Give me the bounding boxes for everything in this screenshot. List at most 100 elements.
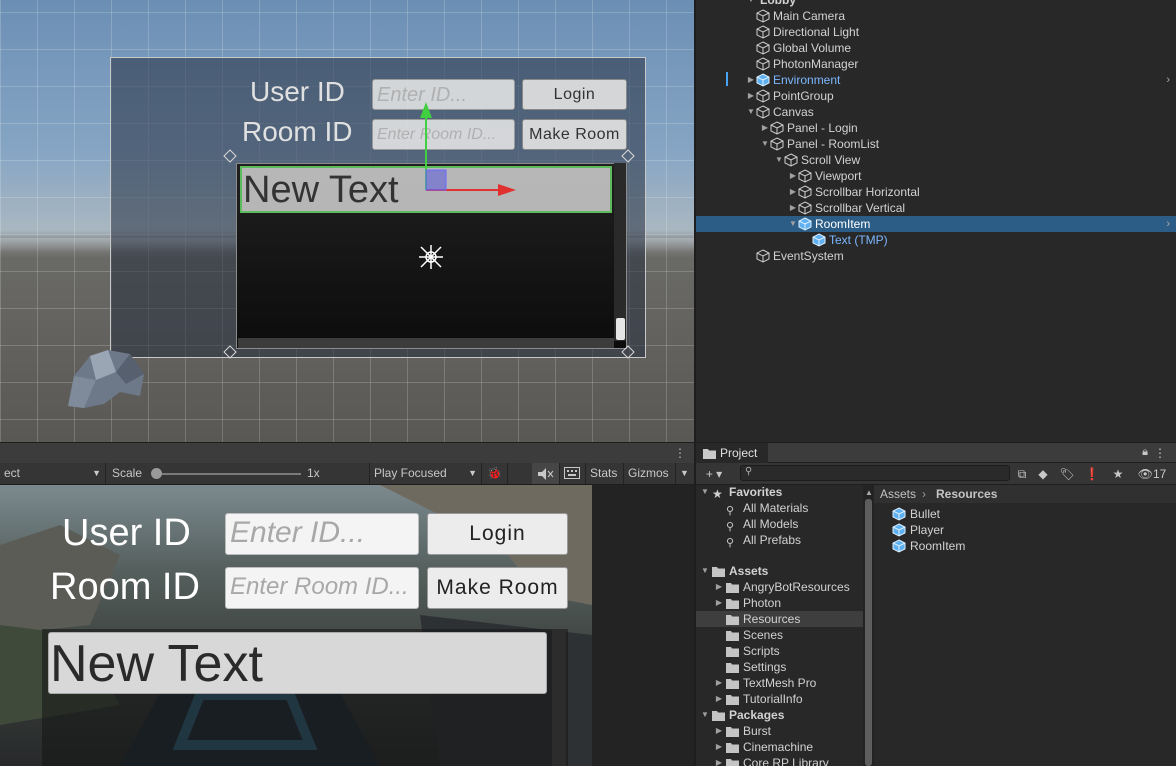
- hierarchy-item-label: Text (TMP): [829, 233, 888, 247]
- game-scrollbar-vertical[interactable]: [552, 629, 566, 766]
- tree-folder-resources[interactable]: Resources: [696, 611, 863, 627]
- tree-item-label: All Models: [743, 517, 799, 531]
- hierarchy-scene-root[interactable]: ▼ Lobby: [696, 0, 1176, 8]
- hierarchy-item-text-tmp[interactable]: Text (TMP): [696, 232, 1176, 248]
- collapse-arrow-icon[interactable]: ▶: [746, 88, 756, 104]
- hierarchy-item-global-volume[interactable]: Global Volume: [696, 40, 1176, 56]
- hierarchy-item-canvas[interactable]: ▼ Canvas: [696, 104, 1176, 120]
- panel-menu-icon[interactable]: ⋮: [1154, 446, 1166, 460]
- hierarchy-item-pointgroup[interactable]: ▶ PointGroup: [696, 88, 1176, 104]
- lock-icon[interactable]: 🔒︎: [1142, 446, 1148, 459]
- expand-arrow-icon[interactable]: ▼: [760, 136, 770, 152]
- tree-favorite-all-prefabs[interactable]: ⚲ All Prefabs: [696, 532, 863, 549]
- expand-arrow-icon[interactable]: ▼: [700, 707, 710, 723]
- tree-favorite-all-materials[interactable]: ⚲ All Materials: [696, 500, 863, 517]
- expand-arrow-icon[interactable]: ▼: [774, 152, 784, 168]
- asset-player[interactable]: Player: [892, 522, 1092, 538]
- game-login-button[interactable]: Login: [427, 513, 568, 555]
- prefab-open-icon[interactable]: ›: [1166, 72, 1170, 88]
- collapse-arrow-icon[interactable]: ▶: [714, 595, 724, 611]
- hierarchy-item-directional-light[interactable]: Directional Light: [696, 24, 1176, 40]
- asset-roomitem[interactable]: RoomItem: [892, 538, 1092, 554]
- scale-slider[interactable]: Scale 1x: [106, 463, 370, 484]
- tree-favorites[interactable]: ▼ ★ Favorites: [696, 485, 863, 500]
- asset-bullet[interactable]: Bullet: [892, 506, 1092, 522]
- game-user-id-input[interactable]: Enter ID...: [225, 513, 419, 555]
- mute-audio-icon[interactable]: [532, 463, 560, 484]
- scale-thumb[interactable]: [151, 468, 162, 479]
- collapse-arrow-icon[interactable]: ▶: [714, 691, 724, 707]
- tree-assets[interactable]: ▼ Assets: [696, 563, 863, 579]
- collapse-arrow-icon[interactable]: ▶: [714, 675, 724, 691]
- collapse-arrow-icon[interactable]: ▶: [788, 168, 798, 184]
- display-dropdown[interactable]: ect ▼: [0, 463, 106, 484]
- tree-folder-settings[interactable]: Settings: [696, 659, 863, 675]
- keyboard-icon[interactable]: [560, 463, 586, 484]
- hierarchy-item-scrollbar-vertical[interactable]: ▶ Scrollbar Vertical: [696, 200, 1176, 216]
- expand-arrow-icon[interactable]: ▼: [788, 216, 798, 232]
- hierarchy-item-viewport[interactable]: ▶ Viewport: [696, 168, 1176, 184]
- collapse-arrow-icon[interactable]: ▶: [714, 739, 724, 755]
- label-tag-icon[interactable]: 🏷︎: [1056, 463, 1078, 485]
- bug-icon[interactable]: 🐞: [482, 463, 508, 484]
- collapse-arrow-icon[interactable]: ▶: [714, 579, 724, 595]
- expand-arrow-icon[interactable]: ▼: [746, 104, 756, 120]
- move-gizmo[interactable]: [380, 90, 560, 220]
- collapse-arrow-icon[interactable]: ▶: [746, 72, 756, 88]
- panel-menu-icon[interactable]: ⋮: [674, 446, 686, 460]
- tree-package-burst[interactable]: ▶ Burst: [696, 723, 863, 739]
- scroll-up-icon[interactable]: ▲: [865, 488, 873, 497]
- project-search-input[interactable]: ⚲: [740, 465, 1010, 481]
- scale-track[interactable]: [156, 473, 301, 475]
- hierarchy-panel[interactable]: ▼ Lobby Main Camera Directional Light Glob…: [696, 0, 1176, 442]
- scroll-thumb[interactable]: [865, 499, 872, 766]
- tree-folder-photon[interactable]: ▶ Photon: [696, 595, 863, 611]
- hierarchy-item-environment[interactable]: ▶ Environment ›: [696, 72, 1176, 88]
- gizmos-button[interactable]: Gizmos: [624, 463, 676, 484]
- game-make-room-button[interactable]: Make Room: [427, 567, 568, 609]
- hierarchy-item-photonmanager[interactable]: PhotonManager: [696, 56, 1176, 72]
- hierarchy-item-scrollbar-horizontal[interactable]: ▶ Scrollbar Horizontal: [696, 184, 1176, 200]
- chevron-down-icon[interactable]: ▼: [676, 463, 694, 484]
- tree-package-core-rp-library[interactable]: ▶ Core RP Library: [696, 755, 863, 766]
- scene-view[interactable]: User ID Room ID Enter ID... Enter Room I…: [0, 0, 694, 442]
- tree-folder-tutorialinfo[interactable]: ▶ TutorialInfo: [696, 691, 863, 707]
- hierarchy-item-main-camera[interactable]: Main Camera: [696, 8, 1176, 24]
- project-folder-tree[interactable]: ▼ ★ Favorites ⚲ All Materials ⚲ All Models ⚲ All…: [696, 485, 863, 766]
- collapse-arrow-icon[interactable]: ▶: [788, 200, 798, 216]
- favorite-star-icon[interactable]: ★: [1106, 463, 1130, 485]
- tree-favorite-all-models[interactable]: ⚲ All Models: [696, 516, 863, 533]
- collapse-arrow-icon[interactable]: ▶: [760, 120, 770, 136]
- breadcrumb-assets[interactable]: Assets: [880, 485, 916, 503]
- project-tree-scrollbar[interactable]: ▲: [863, 485, 874, 766]
- warning-icon[interactable]: ❗: [1080, 463, 1104, 485]
- tree-package-cinemachine[interactable]: ▶ Cinemachine: [696, 739, 863, 755]
- stats-button[interactable]: Stats: [586, 463, 624, 484]
- tree-folder-scripts[interactable]: Scripts: [696, 643, 863, 659]
- collapse-arrow-icon[interactable]: ▶: [788, 184, 798, 200]
- collapse-arrow-icon[interactable]: ▶: [714, 755, 724, 766]
- expand-arrow-icon[interactable]: ▼: [700, 563, 710, 579]
- prefab-open-icon[interactable]: ›: [1166, 216, 1170, 232]
- tab-project[interactable]: Project: [696, 443, 768, 464]
- tree-folder-textmesh-pro[interactable]: ▶ TextMesh Pro: [696, 675, 863, 691]
- tree-packages[interactable]: ▼ Packages: [696, 707, 863, 723]
- game-room-item[interactable]: New Text: [48, 632, 547, 694]
- expand-arrow-icon[interactable]: ▼: [700, 485, 710, 500]
- collapse-arrow-icon[interactable]: ▶: [714, 723, 724, 739]
- search-by-type-icon[interactable]: ⧉: [1012, 463, 1032, 485]
- hierarchy-item-roomitem[interactable]: ▼ RoomItem ›: [696, 216, 1176, 232]
- game-room-id-input[interactable]: Enter Room ID...: [225, 567, 419, 609]
- breadcrumb-resources[interactable]: Resources: [936, 485, 997, 503]
- hierarchy-item-panel-roomlist[interactable]: ▼ Panel - RoomList: [696, 136, 1176, 152]
- play-mode-dropdown[interactable]: Play Focused ▼: [370, 463, 482, 484]
- create-button[interactable]: + ▾: [698, 463, 730, 485]
- tree-folder-scenes[interactable]: Scenes: [696, 627, 863, 643]
- expand-arrow-icon[interactable]: ▼: [746, 0, 756, 8]
- hierarchy-item-scroll-view[interactable]: ▼ Scroll View: [696, 152, 1176, 168]
- hidden-packages-icon[interactable]: 👁︎17: [1132, 463, 1172, 485]
- hierarchy-item-eventsystem[interactable]: EventSystem: [696, 248, 1176, 264]
- tree-folder-angrybotresources[interactable]: ▶ AngryBotResources: [696, 579, 863, 595]
- filter-type-icon[interactable]: ◆: [1032, 463, 1054, 485]
- hierarchy-item-panel-login[interactable]: ▶ Panel - Login: [696, 120, 1176, 136]
